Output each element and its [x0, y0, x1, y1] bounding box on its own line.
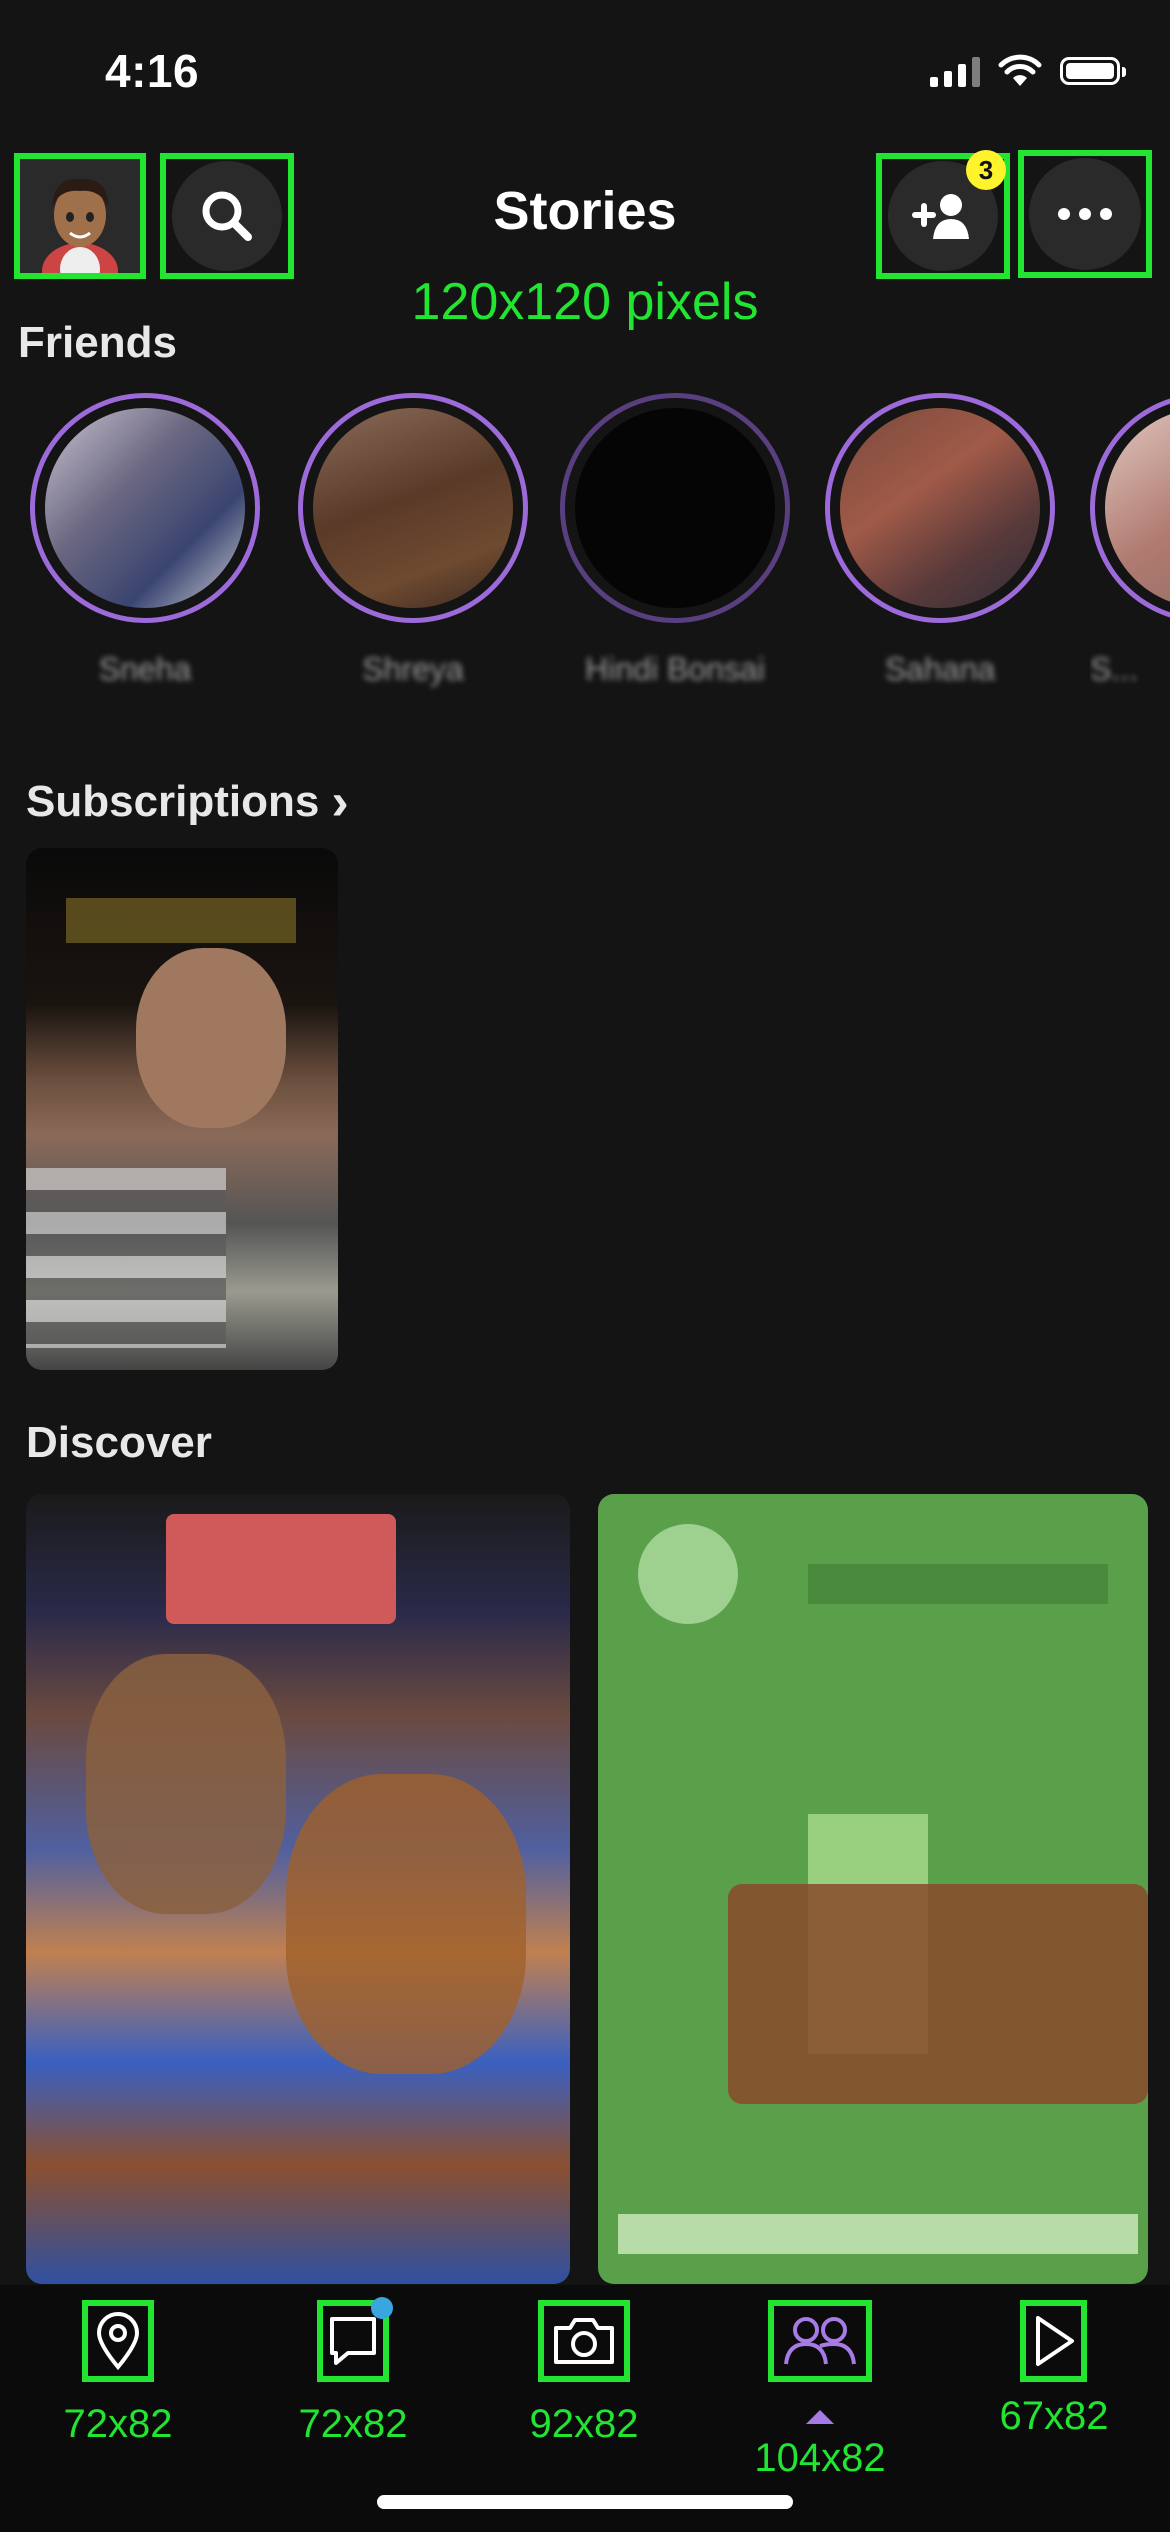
subscription-tile[interactable]: [26, 848, 338, 1370]
map-pin-icon: [96, 2312, 140, 2370]
nav-spotlight-button[interactable]: [1020, 2300, 1087, 2382]
nav-map-button[interactable]: [82, 2300, 154, 2382]
camera-icon: [554, 2318, 614, 2364]
friend-name: S...: [1090, 651, 1139, 687]
friend-story-5[interactable]: S...: [1090, 393, 1170, 688]
nav-camera-size-label: 92x82: [529, 2402, 639, 2446]
friend-name: Sahana: [884, 651, 996, 687]
subscriptions-heading: Subscriptions: [26, 777, 320, 826]
nav-stories-button[interactable]: [768, 2300, 872, 2382]
wifi-icon: [998, 54, 1042, 86]
discover-heading: Discover: [26, 1418, 212, 1467]
nav-chat-size-label: 72x82: [298, 2402, 408, 2446]
discover-tile-1[interactable]: [26, 1494, 570, 2284]
status-icons: [930, 54, 1126, 88]
more-dots-icon: [1058, 208, 1112, 220]
nav-map-size-label: 72x82: [63, 2402, 173, 2446]
friends-icon: [784, 2317, 856, 2365]
cellular-signal-icon: [930, 55, 980, 87]
discover-tile-2[interactable]: [598, 1494, 1148, 2284]
status-time: 4:16: [105, 45, 200, 97]
add-friend-icon: [912, 194, 969, 239]
friend-story-3[interactable]: Hindi Bonsai: [560, 393, 790, 688]
friend-name: Sneha: [98, 651, 192, 687]
friend-story-1[interactable]: Sneha: [30, 393, 260, 688]
friend-name: Shreya: [362, 651, 464, 687]
subscriptions-link[interactable]: Subscriptions ›: [26, 772, 349, 832]
friend-name: Hindi Bonsai: [585, 651, 765, 687]
friends-heading: Friends: [18, 318, 177, 367]
home-indicator[interactable]: [377, 2495, 793, 2509]
battery-icon: [1060, 57, 1126, 85]
more-options-button[interactable]: [1018, 150, 1152, 278]
nav-stories-size-label: 104x82: [754, 2436, 886, 2480]
nav-spotlight-size-label: 67x82: [999, 2394, 1109, 2438]
friend-story-4[interactable]: Sahana: [825, 393, 1055, 688]
friend-story-2[interactable]: Shreya: [298, 393, 528, 688]
chevron-right-icon: ›: [331, 773, 349, 831]
chat-icon: [330, 2317, 376, 2365]
notification-badge: 3: [966, 150, 1006, 190]
nav-camera-button[interactable]: [538, 2300, 630, 2382]
active-indicator-icon: [806, 2410, 834, 2424]
chat-unread-dot: [371, 2297, 393, 2319]
play-icon: [1035, 2316, 1074, 2366]
